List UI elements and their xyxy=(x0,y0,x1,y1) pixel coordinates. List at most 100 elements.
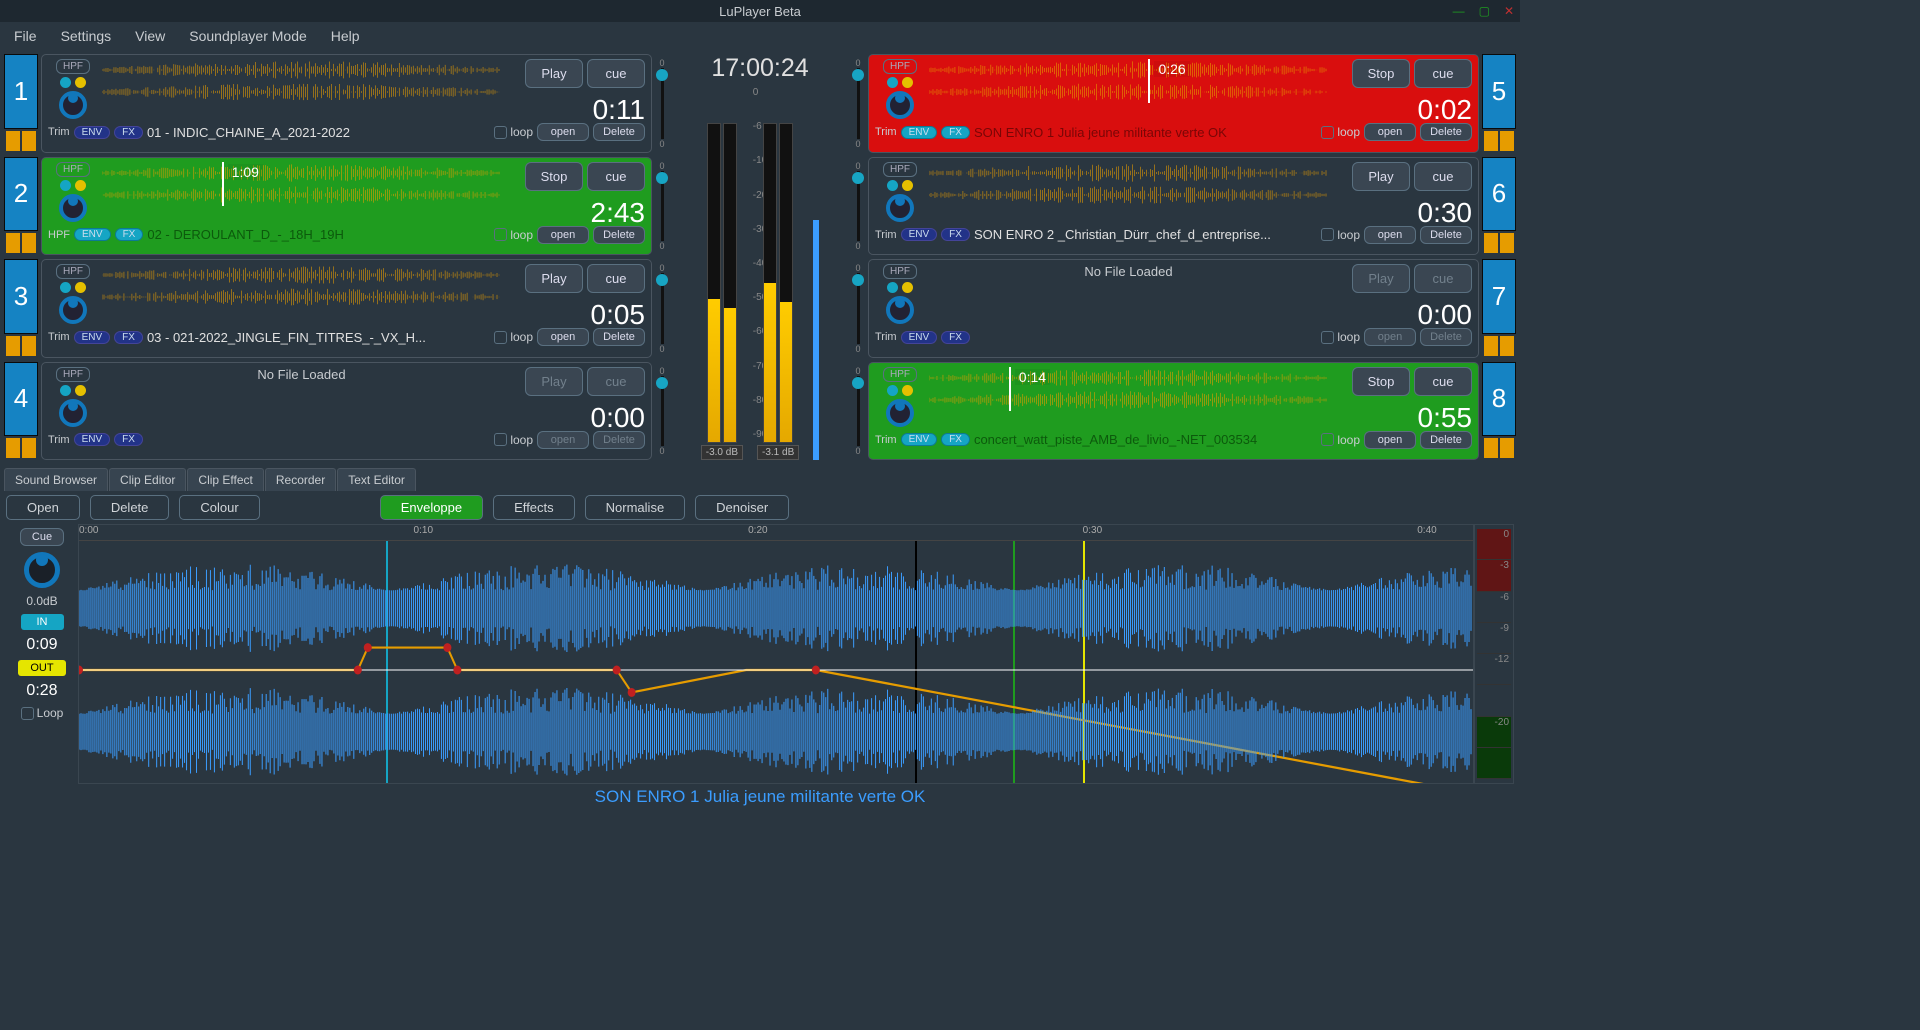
slot-number-3[interactable]: 3 xyxy=(4,259,38,334)
env-chip[interactable]: ENV xyxy=(74,126,111,139)
play-button[interactable]: Play xyxy=(525,59,583,88)
slot-number-2[interactable]: 2 xyxy=(4,157,38,232)
cue-button[interactable]: cue xyxy=(1414,264,1472,293)
menu-settings[interactable]: Settings xyxy=(61,28,112,44)
waveform-display[interactable] xyxy=(929,162,1328,206)
ed-colour-button[interactable]: Colour xyxy=(179,495,259,520)
fx-chip[interactable]: FX xyxy=(941,126,970,139)
fx-chip[interactable]: FX xyxy=(941,331,970,344)
env-chip[interactable]: ENV xyxy=(901,331,938,344)
slot-number-1[interactable]: 1 xyxy=(4,54,38,129)
slot-number-4[interactable]: 4 xyxy=(4,362,38,437)
tab-recorder[interactable]: Recorder xyxy=(265,468,336,491)
delete-button[interactable]: Delete xyxy=(593,431,645,449)
minimize-icon[interactable]: — xyxy=(1453,4,1465,18)
ed-loop-check[interactable]: Loop xyxy=(21,706,64,720)
waveform-display[interactable]: 0:26 xyxy=(929,59,1328,103)
hpf-button[interactable]: HPF xyxy=(883,59,917,74)
loop-check[interactable]: loop xyxy=(1321,330,1360,344)
gain-knob[interactable] xyxy=(59,399,87,427)
slot-volume-2[interactable]: 00 xyxy=(655,157,669,256)
open-button[interactable]: open xyxy=(537,431,589,449)
tab-text-editor[interactable]: Text Editor xyxy=(337,468,416,491)
delete-button[interactable]: Delete xyxy=(1420,431,1472,449)
fx-chip[interactable]: FX xyxy=(114,331,143,344)
tab-sound-browser[interactable]: Sound Browser xyxy=(4,468,108,491)
delete-button[interactable]: Delete xyxy=(1420,328,1472,346)
cue-button[interactable]: cue xyxy=(587,59,645,88)
fx-chip[interactable]: FX xyxy=(114,126,143,139)
hpf-button[interactable]: HPF xyxy=(883,367,917,382)
ed-gain-knob[interactable] xyxy=(24,552,60,588)
gain-knob[interactable] xyxy=(886,91,914,119)
slot-number-7[interactable]: 7 xyxy=(1482,259,1516,334)
open-button[interactable]: open xyxy=(537,328,589,346)
menu-soundplayer-mode[interactable]: Soundplayer Mode xyxy=(189,28,307,44)
delete-button[interactable]: Delete xyxy=(1420,123,1472,141)
tab-clip-effect[interactable]: Clip Effect xyxy=(187,468,263,491)
slot-volume-6[interactable]: 00 xyxy=(851,157,865,256)
waveform-display[interactable]: 1:09 xyxy=(102,162,501,206)
slot-volume-5[interactable]: 00 xyxy=(851,54,865,153)
close-icon[interactable]: ✕ xyxy=(1504,4,1514,18)
open-button[interactable]: open xyxy=(1364,328,1416,346)
waveform-display[interactable]: 0:14 xyxy=(929,367,1328,411)
hpf-button[interactable]: HPF xyxy=(883,162,917,177)
cue-button[interactable]: cue xyxy=(1414,59,1472,88)
play-button[interactable]: Play xyxy=(1352,162,1410,191)
open-button[interactable]: open xyxy=(1364,123,1416,141)
env-chip[interactable]: ENV xyxy=(74,433,111,446)
maximize-icon[interactable]: ▢ xyxy=(1479,4,1490,18)
fx-chip[interactable]: FX xyxy=(114,433,143,446)
waveform-display[interactable] xyxy=(102,264,501,308)
slot-volume-8[interactable]: 00 xyxy=(851,362,865,461)
delete-button[interactable]: Delete xyxy=(593,226,645,244)
cue-button[interactable]: cue xyxy=(587,367,645,396)
ed-waveform[interactable]: 0:000:100:200:300:40 xyxy=(78,524,1474,784)
ed-effects-button[interactable]: Effects xyxy=(493,495,575,520)
loop-check[interactable]: loop xyxy=(494,125,533,139)
ed-cue-button[interactable]: Cue xyxy=(20,528,64,546)
waveform-display[interactable] xyxy=(102,59,501,103)
env-chip[interactable]: ENV xyxy=(901,433,938,446)
env-chip[interactable]: ENV xyxy=(74,331,111,344)
cue-button[interactable]: cue xyxy=(587,162,645,191)
play-button[interactable]: Stop xyxy=(525,162,583,191)
slot-volume-7[interactable]: 00 xyxy=(851,259,865,358)
gain-knob[interactable] xyxy=(886,399,914,427)
play-button[interactable]: Play xyxy=(1352,264,1410,293)
open-button[interactable]: open xyxy=(1364,431,1416,449)
open-button[interactable]: open xyxy=(537,226,589,244)
hpf-button[interactable]: HPF xyxy=(883,264,917,279)
slot-volume-3[interactable]: 00 xyxy=(655,259,669,358)
menu-view[interactable]: View xyxy=(135,28,165,44)
play-button[interactable]: Stop xyxy=(1352,367,1410,396)
loop-check[interactable]: loop xyxy=(1321,433,1360,447)
loop-check[interactable]: loop xyxy=(494,228,533,242)
ed-enveloppe-button[interactable]: Enveloppe xyxy=(380,495,483,520)
hpf-button[interactable]: HPF xyxy=(56,264,90,279)
slot-volume-4[interactable]: 00 xyxy=(655,362,669,461)
loop-check[interactable]: loop xyxy=(1321,125,1360,139)
slot-number-5[interactable]: 5 xyxy=(1482,54,1516,129)
play-button[interactable]: Play xyxy=(525,264,583,293)
ed-normalise-button[interactable]: Normalise xyxy=(585,495,686,520)
ed-delete-button[interactable]: Delete xyxy=(90,495,170,520)
slot-volume-1[interactable]: 00 xyxy=(655,54,669,153)
cue-button[interactable]: cue xyxy=(1414,367,1472,396)
tab-clip-editor[interactable]: Clip Editor xyxy=(109,468,186,491)
slot-number-6[interactable]: 6 xyxy=(1482,157,1516,232)
delete-button[interactable]: Delete xyxy=(593,328,645,346)
cue-button[interactable]: cue xyxy=(587,264,645,293)
env-chip[interactable]: ENV xyxy=(901,126,938,139)
play-button[interactable]: Play xyxy=(525,367,583,396)
fx-chip[interactable]: FX xyxy=(941,433,970,446)
loop-check[interactable]: loop xyxy=(494,330,533,344)
ed-open-button[interactable]: Open xyxy=(6,495,80,520)
cue-button[interactable]: cue xyxy=(1414,162,1472,191)
hpf-button[interactable]: HPF xyxy=(56,367,90,382)
menu-help[interactable]: Help xyxy=(331,28,360,44)
gain-knob[interactable] xyxy=(59,91,87,119)
slot-number-8[interactable]: 8 xyxy=(1482,362,1516,437)
loop-check[interactable]: loop xyxy=(494,433,533,447)
